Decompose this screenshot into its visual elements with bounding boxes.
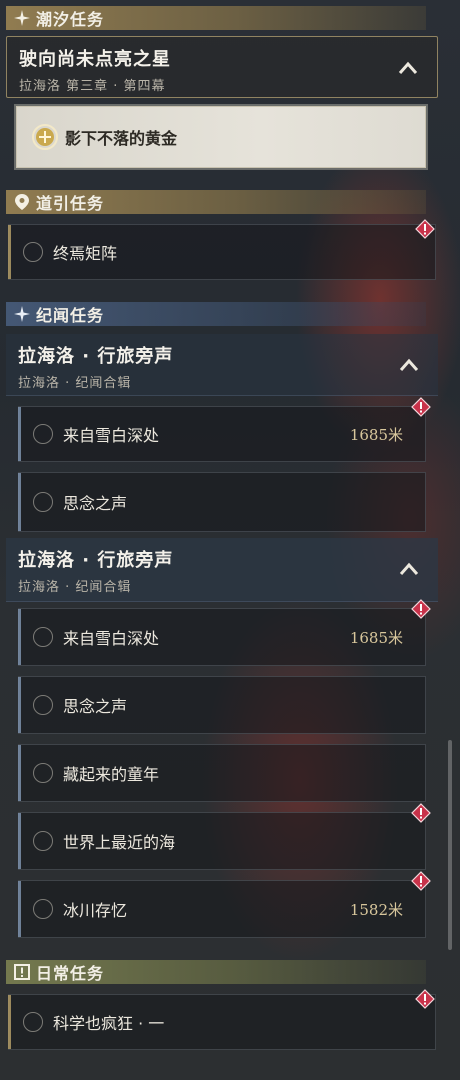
quest-item[interactable]: 来自雪白深处 1685米 bbox=[18, 397, 431, 462]
group-title: 拉海洛 · 行旅旁声 bbox=[18, 550, 174, 571]
quest-item-daily[interactable]: 科学也疯狂 · 一 bbox=[8, 989, 436, 1050]
category-header-chronicle: 纪闻任务 bbox=[6, 302, 426, 326]
alert-box-icon bbox=[12, 962, 32, 982]
category-label: 纪闻任务 bbox=[36, 306, 105, 325]
status-circle-icon bbox=[23, 242, 43, 262]
status-circle-icon bbox=[33, 695, 53, 715]
distance-label: 1582米 bbox=[349, 900, 403, 919]
alert-diamond-icon bbox=[411, 871, 431, 891]
category-header-tide: 潮汐任务 bbox=[6, 6, 426, 30]
quest-item[interactable]: 来自雪白深处 1685米 bbox=[18, 599, 431, 666]
quest-label: 思念之声 bbox=[63, 697, 128, 716]
category-header-guide: 道引任务 bbox=[6, 190, 426, 214]
status-circle-icon bbox=[33, 492, 53, 512]
quest-item[interactable]: 冰川存忆 1582米 bbox=[18, 871, 431, 938]
status-circle-icon bbox=[33, 424, 53, 444]
status-circle-icon bbox=[23, 1012, 43, 1032]
group-subtitle: 拉海洛 · 纪闻合辑 bbox=[18, 580, 132, 595]
status-circle-icon bbox=[33, 899, 53, 919]
alert-diamond-icon bbox=[411, 599, 431, 619]
quest-label: 科学也疯狂 · 一 bbox=[53, 1014, 165, 1033]
status-circle-icon bbox=[33, 831, 53, 851]
status-circle-icon bbox=[33, 763, 53, 783]
group-title: 驶向尚未点亮之星 bbox=[19, 49, 171, 70]
sparkle-icon bbox=[12, 8, 32, 28]
chevron-up-icon[interactable] bbox=[397, 59, 419, 77]
alert-diamond-icon bbox=[415, 219, 435, 239]
quest-label: 思念之声 bbox=[63, 494, 128, 513]
status-circle-icon bbox=[33, 627, 53, 647]
group-subtitle: 拉海洛 · 纪闻合辑 bbox=[18, 376, 132, 391]
active-quest-item[interactable]: 影下不落的黄金 bbox=[16, 106, 426, 168]
quest-label: 影下不落的黄金 bbox=[65, 129, 178, 148]
chevron-up-icon[interactable] bbox=[398, 560, 420, 578]
group-title: 拉海洛 · 行旅旁声 bbox=[18, 346, 174, 367]
quest-label: 冰川存忆 bbox=[63, 901, 128, 920]
quest-label: 世界上最近的海 bbox=[63, 833, 176, 852]
quest-item[interactable]: 思念之声 bbox=[18, 472, 426, 532]
category-label: 潮汐任务 bbox=[36, 10, 105, 29]
category-header-daily: 日常任务 bbox=[6, 960, 426, 984]
quest-item-guide[interactable]: 终焉矩阵 bbox=[8, 219, 436, 280]
quest-label: 来自雪白深处 bbox=[63, 629, 160, 648]
quest-group-chronicle-duplicate[interactable]: 拉海洛 · 行旅旁声 拉海洛 · 纪闻合辑 bbox=[6, 538, 438, 602]
quest-label: 终焉矩阵 bbox=[53, 244, 118, 263]
quest-item[interactable]: 藏起来的童年 bbox=[18, 744, 426, 802]
quest-label: 藏起来的童年 bbox=[63, 765, 160, 784]
scrollbar[interactable] bbox=[448, 740, 452, 950]
quest-item[interactable]: 世界上最近的海 bbox=[18, 803, 431, 870]
tracking-target-icon bbox=[31, 123, 59, 151]
quest-group-tide[interactable]: 驶向尚未点亮之星 拉海洛 第三章 · 第四幕 bbox=[6, 36, 438, 98]
quest-label: 来自雪白深处 bbox=[63, 426, 160, 445]
distance-label: 1685米 bbox=[349, 628, 403, 647]
quest-item[interactable]: 思念之声 bbox=[18, 676, 426, 734]
map-pin-icon bbox=[12, 192, 32, 212]
alert-diamond-icon bbox=[415, 989, 435, 1009]
alert-diamond-icon bbox=[411, 397, 431, 417]
group-subtitle: 拉海洛 第三章 · 第四幕 bbox=[19, 79, 166, 94]
category-label: 日常任务 bbox=[36, 964, 105, 983]
alert-diamond-icon bbox=[411, 803, 431, 823]
category-label: 道引任务 bbox=[36, 194, 105, 213]
chevron-up-icon[interactable] bbox=[398, 356, 420, 374]
quest-group-chronicle[interactable]: 拉海洛 · 行旅旁声 拉海洛 · 纪闻合辑 bbox=[6, 334, 438, 396]
sparkle-icon bbox=[12, 304, 32, 324]
distance-label: 1685米 bbox=[349, 425, 403, 444]
